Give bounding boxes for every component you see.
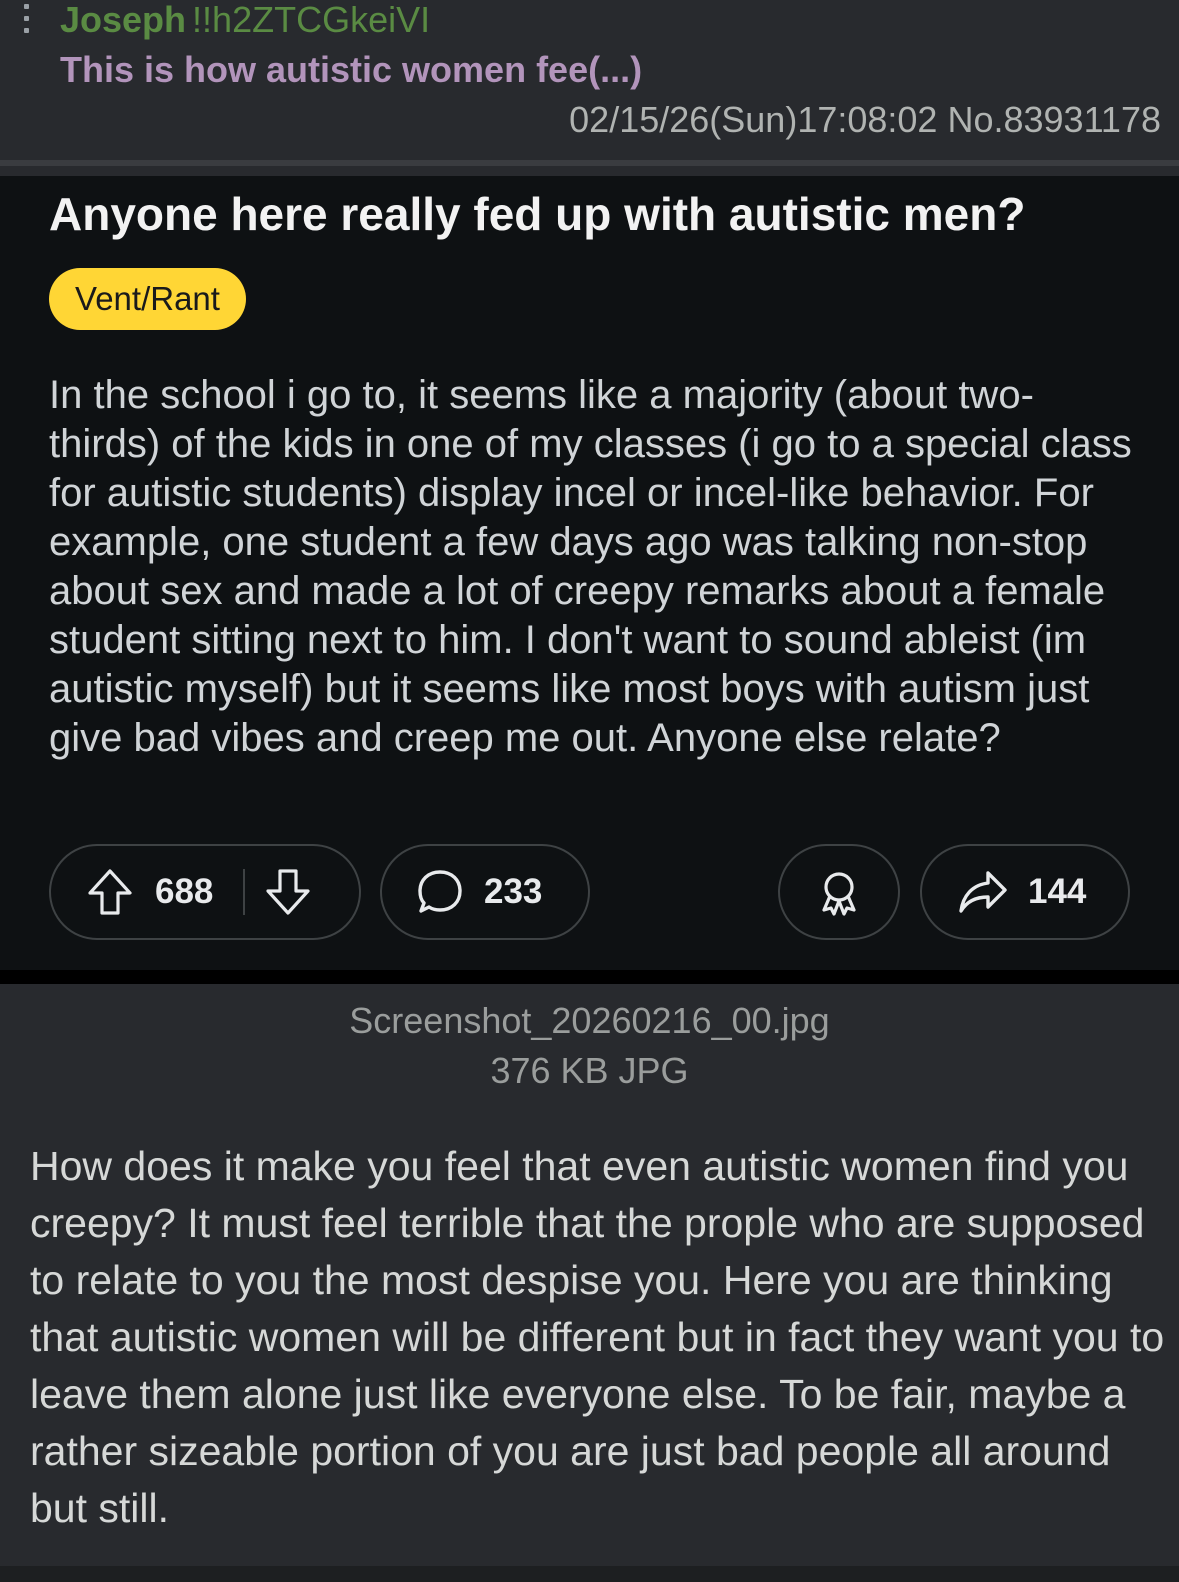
image-bottom-edge <box>0 970 1179 984</box>
poster-tripcode: !!h2ZTCGkeiVI <box>192 0 431 40</box>
post-meta: 02/15/26(Sun)17:08:02 No.83931178 <box>569 98 1161 142</box>
embedded-post-title: Anyone here really fed up with autistic … <box>49 188 1026 240</box>
post-comment-text: How does it make you feel that even auti… <box>30 1143 1165 1531</box>
arrow-up-icon[interactable] <box>87 868 133 916</box>
post-subject[interactable]: This is how autistic women fee(...) <box>60 48 642 92</box>
award-button[interactable] <box>778 844 900 940</box>
poster-name-text: Joseph <box>60 0 187 40</box>
poster-name: Joseph !!h2ZTCGkeiVI <box>60 0 430 42</box>
comment-button[interactable]: 233 <box>380 844 590 940</box>
file-name[interactable]: Screenshot_20260216_00.jpg <box>0 996 1179 1046</box>
attached-image[interactable]: Anyone here really fed up with autistic … <box>0 176 1179 970</box>
embedded-post-body-text: In the school i go to, it seems like a m… <box>49 373 1132 760</box>
award-icon <box>816 868 862 916</box>
vote-pill: 688 <box>49 844 361 940</box>
file-size: 376 KB JPG <box>490 1050 689 1091</box>
post-date: 02/15/26(Sun)17:08:02 <box>569 99 938 140</box>
share-button[interactable]: 144 <box>920 844 1130 940</box>
arrow-down-icon[interactable] <box>265 868 311 916</box>
post-bottom-edge <box>0 1566 1179 1582</box>
comment-count: 233 <box>484 872 543 911</box>
speech-bubble-icon <box>416 868 464 916</box>
share-count: 144 <box>1028 872 1087 911</box>
upvote-count: 688 <box>155 872 214 911</box>
post-comment: How does it make you feel that even auti… <box>30 1138 1170 1537</box>
post-number[interactable]: No.83931178 <box>947 99 1161 140</box>
flair-badge: Vent/Rant <box>49 268 246 330</box>
vote-separator <box>243 869 246 915</box>
embedded-post-body: In the school i go to, it seems like a m… <box>49 371 1139 763</box>
post-menu-icon[interactable] <box>22 4 32 38</box>
image-top-gap <box>0 166 1179 176</box>
file-info: Screenshot_20260216_00.jpg 376 KB JPG <box>0 996 1179 1096</box>
post-header: Joseph !!h2ZTCGkeiVI This is how autistic… <box>0 0 1179 160</box>
share-arrow-icon <box>958 869 1008 915</box>
